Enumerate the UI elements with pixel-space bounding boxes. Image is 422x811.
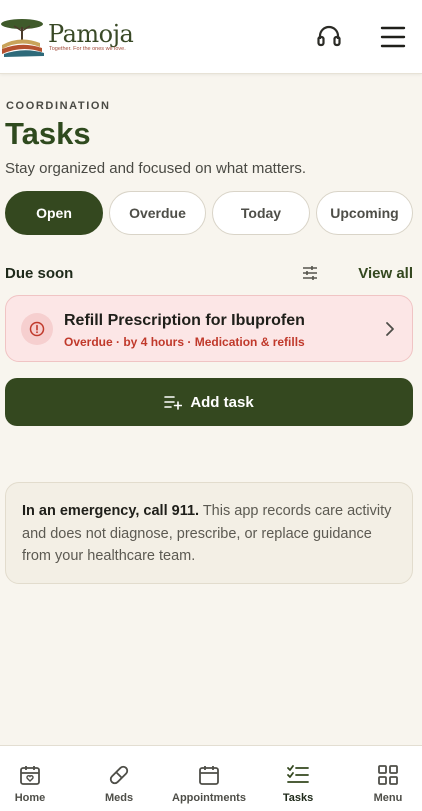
add-list-icon xyxy=(164,396,183,410)
calendar-heart-icon xyxy=(20,766,40,785)
filter-overdue[interactable]: Overdue xyxy=(109,191,206,235)
task-filter-tabs: Open Overdue Today Upcoming xyxy=(5,191,417,235)
headset-icon xyxy=(317,25,341,47)
nav-label: Tasks xyxy=(282,792,314,804)
emergency-notice: In an emergency, call 911. This app reco… xyxy=(5,482,413,584)
filter-upcoming[interactable]: Upcoming xyxy=(316,191,413,235)
pill-icon xyxy=(109,765,129,785)
nav-label: Appointments xyxy=(172,792,246,804)
nav-label: Meds xyxy=(104,792,134,804)
nav-home[interactable]: Home xyxy=(0,746,60,811)
emergency-callout: In an emergency, call 911. xyxy=(22,503,200,519)
nav-appointments[interactable]: Appointments xyxy=(164,746,254,811)
nav-meds[interactable]: Meds xyxy=(89,746,149,811)
alert-badge xyxy=(21,313,53,345)
nav-label: Home xyxy=(14,792,46,804)
task-card[interactable]: Refill Prescription for Ibuprofen Overdu… xyxy=(5,295,413,362)
due-soon-header: Due soon View all xyxy=(5,262,413,286)
acacia-tree-logo-icon xyxy=(1,19,44,57)
sliders-icon[interactable] xyxy=(301,264,319,282)
section-title: Due soon xyxy=(5,265,74,282)
page-title: Tasks xyxy=(5,116,91,151)
page-subtitle: Stay organized and focused on what matte… xyxy=(5,160,307,177)
grid-icon xyxy=(378,765,398,785)
chevron-right-icon xyxy=(386,322,394,336)
section-eyebrow: COORDINATION xyxy=(6,100,111,112)
calendar-icon xyxy=(199,766,219,785)
task-title: Refill Prescription for Ibuprofen xyxy=(64,312,305,329)
nav-tasks[interactable]: Tasks xyxy=(268,746,328,811)
hamburger-icon xyxy=(380,26,406,48)
alert-circle-icon xyxy=(29,321,45,337)
brand-name: Pamoja xyxy=(48,20,134,48)
task-meta: Overdue · by 4 hours · Medication & refi… xyxy=(64,335,305,349)
view-all-link[interactable]: View all xyxy=(358,265,413,282)
menu-button[interactable] xyxy=(376,22,410,52)
nav-menu[interactable]: Menu xyxy=(358,746,418,811)
top-bar: Pamoja Together. For the ones we love. xyxy=(0,0,422,74)
add-task-button[interactable]: Add task xyxy=(5,378,413,426)
checklist-icon xyxy=(287,765,309,783)
nav-label: Menu xyxy=(373,792,403,804)
brand-tagline: Together. For the ones we love. xyxy=(49,46,126,52)
add-task-label: Add task xyxy=(190,393,254,411)
filter-today[interactable]: Today xyxy=(212,191,310,235)
brand-logo[interactable]: Pamoja Together. For the ones we love. xyxy=(0,14,150,60)
filter-open[interactable]: Open xyxy=(5,191,103,235)
bottom-nav: Home Meds Appointments Tasks Menu xyxy=(0,745,422,811)
support-button[interactable] xyxy=(314,22,344,52)
